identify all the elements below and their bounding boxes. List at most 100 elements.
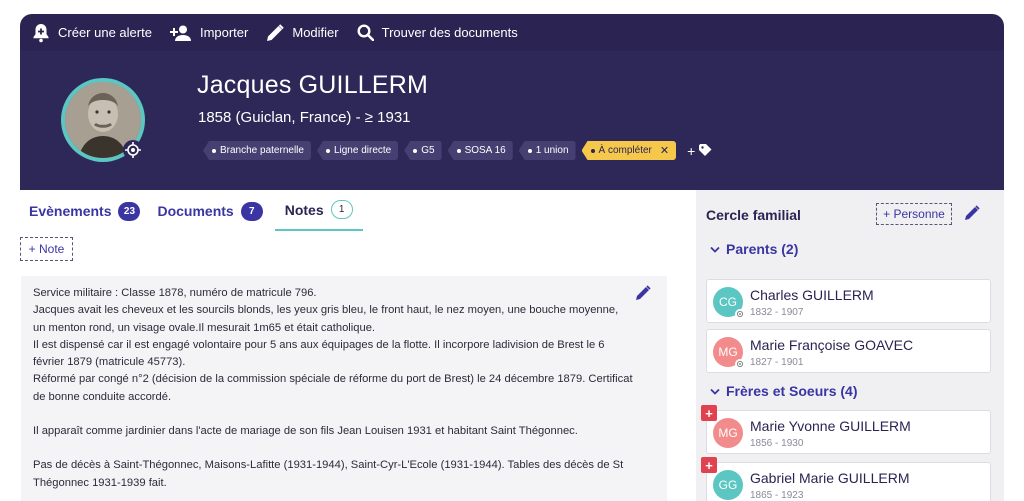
target-icon[interactable] [123, 140, 143, 160]
count-badge: 1 [330, 200, 353, 219]
tag-dot [456, 148, 461, 153]
initials: GG [718, 478, 738, 492]
initials-avatar: MG [713, 337, 745, 369]
tag-icon [699, 143, 712, 159]
add-person-icon [169, 25, 192, 41]
tag-label: 1 union [535, 145, 569, 156]
tag-dot [413, 148, 418, 153]
add-note-button[interactable]: + Note [20, 237, 73, 261]
add-person-button[interactable]: + Personne [876, 203, 952, 225]
family-panel: Cercle familial + Personne Parents (2) C… [696, 190, 1004, 501]
bell-plus-icon [32, 23, 50, 43]
tab-documents[interactable]: Documents 7 [157, 190, 263, 231]
parent-card[interactable]: MG Marie Françoise GOAVEC 1827 - 1901 [706, 329, 991, 373]
tab-label: Documents [157, 203, 234, 219]
person-dates: 1865 - 1923 [750, 490, 804, 501]
modify-label: Modifier [292, 25, 339, 40]
tag-list: Branche paternelle Ligne directe G5 SOSA… [203, 141, 712, 160]
initials: MG [718, 426, 738, 440]
find-documents-label: Trouver des documents [381, 25, 518, 40]
note-gap [33, 440, 633, 457]
tab-label: Notes [284, 201, 324, 218]
find-documents-button[interactable]: Trouver des documents [357, 24, 518, 41]
note-line: Jacques avait les cheveux et les sourcil… [33, 304, 619, 334]
edit-note-button[interactable] [635, 285, 651, 306]
initials: CG [719, 295, 737, 309]
plus-badge-icon: + [701, 405, 717, 421]
plus-badge-icon: + [701, 457, 717, 473]
tag-label: G5 [421, 145, 435, 156]
pencil-icon [635, 285, 651, 305]
tag-dot [527, 148, 532, 153]
tag-dot [212, 148, 216, 153]
person-dates: 1832 - 1907 [750, 307, 804, 318]
main-panel: Evènements 23 Documents 7 Notes 1 + Note… [20, 190, 688, 501]
add-tag-button[interactable]: + [687, 143, 712, 159]
note-line: Il apparaît comme jardinier dans l'acte … [33, 425, 578, 438]
note-line: Pas de décès à Saint-Thégonnec, Maisons-… [33, 459, 624, 489]
edit-family-button[interactable] [964, 205, 980, 226]
create-alert-button[interactable]: Créer une alerte [32, 23, 152, 43]
person-name: Charles GUILLERM [750, 287, 874, 303]
tab-label: Evènements [29, 203, 112, 219]
person-name: Jacques GUILLERM [197, 71, 429, 99]
tag-item-to-complete[interactable]: À compléter ✕ [581, 141, 677, 160]
pencil-icon [266, 23, 285, 42]
person-name: Gabriel Marie GUILLERM [750, 470, 910, 486]
tag-dot [325, 148, 330, 153]
tag-label: Ligne directe [333, 145, 392, 156]
note-line: Réformé par congé n°2 (décision de la co… [33, 373, 633, 403]
initials-avatar: MG [713, 418, 743, 448]
tab-events[interactable]: Evènements 23 [29, 190, 141, 231]
initials-avatar: GG [713, 470, 743, 500]
count-badge: 23 [118, 201, 141, 221]
import-label: Importer [199, 25, 249, 40]
note-text: Service militaire : Classe 1878, numéro … [33, 285, 633, 492]
tag-item[interactable]: SOSA 16 [447, 141, 513, 160]
modify-button[interactable]: Modifier [266, 23, 339, 42]
search-icon [357, 24, 374, 41]
tag-item[interactable]: 1 union [518, 141, 576, 160]
family-title: Cercle familial [706, 207, 801, 223]
import-button[interactable]: Importer [169, 25, 249, 41]
tag-label: À compléter [598, 145, 652, 156]
note-line: Service militaire : Classe 1878, numéro … [33, 287, 317, 299]
app-frame: Créer une alerte Importer Modifier Trouv… [20, 14, 1004, 501]
parents-section-toggle[interactable]: Parents (2) [710, 241, 798, 257]
tag-label: SOSA 16 [464, 145, 506, 156]
pencil-icon [964, 205, 980, 225]
initials-avatar: CG [713, 287, 745, 319]
parent-card[interactable]: CG Charles GUILLERM 1832 - 1907 [706, 279, 991, 323]
toolbar: Créer une alerte Importer Modifier Trouv… [20, 14, 1004, 51]
note-card: Service militaire : Classe 1878, numéro … [21, 276, 667, 501]
person-dates: 1856 - 1930 [750, 438, 804, 449]
create-alert-label: Créer une alerte [58, 25, 152, 40]
person-header: Jacques GUILLERM 1858 (Guiclan, France) … [20, 51, 1004, 190]
person-name: Marie Françoise GOAVEC [750, 337, 914, 353]
tab-bar: Evènements 23 Documents 7 Notes 1 [20, 190, 688, 235]
sibling-card[interactable]: + GG Gabriel Marie GUILLERM 1865 - 1923 [701, 457, 991, 501]
parents-title: Parents (2) [726, 241, 799, 257]
note-gap [33, 406, 633, 423]
add-tag-plus: + [687, 142, 696, 159]
chevron-down-icon [710, 383, 720, 399]
tag-item[interactable]: Ligne directe [316, 141, 399, 160]
target-icon [735, 309, 745, 319]
count-badge: 7 [240, 201, 263, 221]
tab-notes[interactable]: Notes 1 [274, 190, 363, 231]
person-name: Marie Yvonne GUILLERM [750, 418, 911, 434]
siblings-section-toggle[interactable]: Frères et Soeurs (4) [710, 383, 858, 399]
siblings-title: Frères et Soeurs (4) [726, 383, 858, 399]
tag-item[interactable]: G5 [404, 141, 442, 160]
chevron-down-icon [710, 241, 720, 257]
note-line: Il est dispensé car il est engagé volont… [33, 338, 605, 369]
target-icon [735, 359, 745, 369]
tag-dot [590, 148, 595, 153]
person-dates: 1858 (Guiclan, France) - ≥ 1931 [198, 109, 411, 126]
sibling-card[interactable]: + MG Marie Yvonne GUILLERM 1856 - 1930 [701, 405, 991, 454]
initials: MG [718, 345, 738, 359]
tag-label: Branche paternelle [220, 145, 304, 156]
tag-remove-icon[interactable]: ✕ [660, 144, 669, 157]
tag-item[interactable]: Branche paternelle [203, 141, 311, 160]
person-dates: 1827 - 1901 [750, 357, 804, 368]
